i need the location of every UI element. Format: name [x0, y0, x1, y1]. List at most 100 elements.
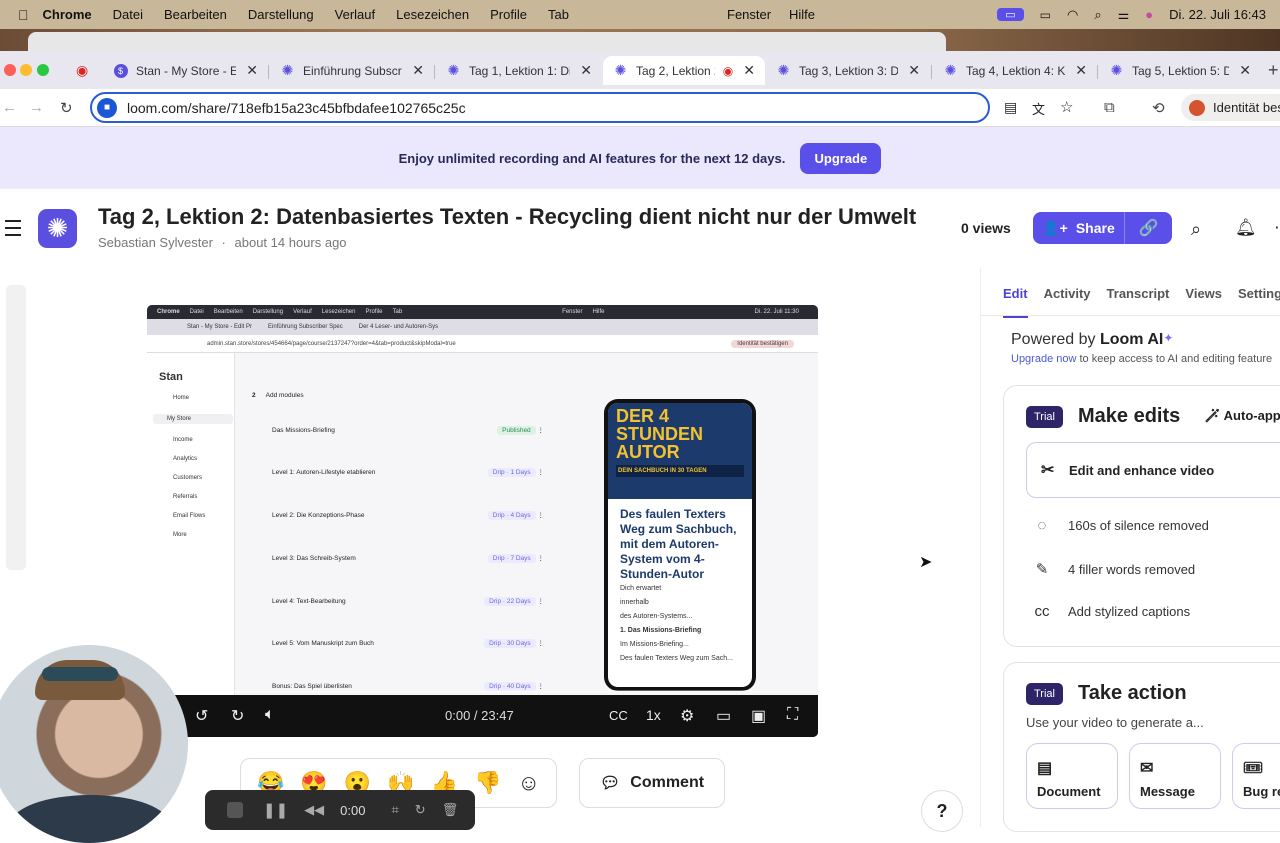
minimize-window-button[interactable]	[20, 64, 32, 76]
video-time: 0:00 / 23:47	[445, 708, 514, 723]
pause-icon[interactable]: ❚❚	[263, 801, 288, 819]
tab-tag2-active[interactable]: ✺ Tag 2, Lektion 2: ◉ ✕	[603, 56, 765, 85]
forward-icon[interactable]: →	[29, 99, 44, 116]
battery-icon[interactable]: ▭	[1040, 8, 1051, 22]
theater-mode-icon[interactable]: ▭	[716, 706, 731, 726]
document-icon: ▤	[1037, 760, 1053, 777]
message-icon: ✉	[1140, 760, 1154, 777]
control-center-icon[interactable]: ⚌	[1118, 7, 1130, 23]
tab-stan[interactable]: $ Stan - My Store - Ed ✕	[103, 56, 268, 85]
close-window-button[interactable]	[4, 64, 16, 76]
playback-speed[interactable]: 1x	[646, 707, 661, 723]
add-emoji-icon[interactable]: ☺︎	[517, 770, 539, 796]
close-tab-icon[interactable]: ✕	[580, 62, 592, 79]
captions-icon[interactable]: CC	[609, 708, 628, 723]
profile-sync-icon[interactable]: ⟲	[1152, 99, 1165, 117]
view-count[interactable]: 0 views	[961, 220, 1011, 236]
document-button[interactable]: ▤ Document	[1026, 743, 1118, 809]
apple-icon[interactable]: 	[18, 7, 29, 23]
tab-einfuehrung[interactable]: ✺ Einführung Subscrib ✕	[270, 56, 434, 85]
restart-icon[interactable]: ↻	[415, 802, 426, 818]
tab-tag4[interactable]: ✺ Tag 4, Lektion 4: Ko ✕	[933, 56, 1097, 85]
close-tab-icon[interactable]: ✕	[908, 62, 920, 79]
bookmark-star-icon[interactable]: ☆	[1060, 98, 1073, 116]
feature-captions[interactable]: cc Add stylized captions	[1032, 603, 1191, 620]
menu-item[interactable]: Verlauf	[335, 7, 375, 22]
reload-icon[interactable]: ↻	[60, 99, 73, 117]
reader-icon[interactable]: ▤	[1004, 99, 1017, 116]
settings-gear-icon[interactable]: ⚙	[680, 706, 694, 726]
identity-button[interactable]: Identität bes	[1181, 94, 1280, 121]
help-button[interactable]: ?	[921, 790, 963, 832]
message-button[interactable]: ✉ Message	[1129, 743, 1221, 809]
edit-enhance-button[interactable]: ✂ Edit and enhance video	[1026, 442, 1280, 498]
extensions-icon[interactable]: ⧉	[1104, 99, 1115, 116]
tab-tag3[interactable]: ✺ Tag 3, Lektion 3: Die ✕	[766, 56, 930, 85]
tab-views[interactable]: Views	[1185, 286, 1222, 318]
tab-transcript[interactable]: Transcript	[1107, 286, 1170, 318]
search-icon[interactable]: ⌕	[1191, 219, 1201, 240]
copy-link-button[interactable]: 🔗	[1125, 218, 1172, 238]
rewind-icon[interactable]: ↺	[195, 706, 208, 726]
feature-filler[interactable]: ✎ 4 filler words removed	[1032, 560, 1195, 578]
url-text[interactable]: loom.com/share/718efb15a23c45bfbdafee102…	[127, 100, 466, 116]
tab-activity[interactable]: Activity	[1044, 286, 1091, 318]
picture-in-picture-icon[interactable]: ▣	[751, 706, 766, 726]
wifi-icon[interactable]: ◠	[1067, 7, 1078, 23]
menu-app[interactable]: Chrome	[43, 7, 92, 22]
thumbs-down-reaction[interactable]: 👎	[474, 770, 501, 796]
feature-silence[interactable]: ◌ 160s of silence removed	[1032, 517, 1209, 534]
rewind-recording-icon[interactable]: ◀◀	[304, 802, 324, 818]
back-icon[interactable]: ←	[2, 99, 17, 116]
upgrade-button[interactable]: Upgrade	[800, 142, 882, 174]
share-button[interactable]: 👤+ Share	[1033, 212, 1125, 244]
stop-icon[interactable]	[227, 802, 243, 818]
zoom-window-button[interactable]	[37, 64, 49, 76]
bell-icon[interactable]: 🔔︎	[1235, 218, 1257, 238]
screen-record-icon[interactable]: ▭	[997, 8, 1024, 21]
trash-icon[interactable]: 🗑︎	[442, 802, 459, 818]
tab-tag1[interactable]: ✺ Tag 1, Lektion 1: Die ✕	[436, 56, 602, 85]
menu-item[interactable]: Profile	[490, 7, 527, 22]
video-title[interactable]: Tag 2, Lektion 2: Datenbasiertes Texten …	[98, 204, 916, 230]
menu-item[interactable]: Fenster	[727, 7, 771, 22]
address-bar[interactable]: ■ loom.com/share/718efb15a23c45bfbdafee1…	[90, 92, 1073, 123]
menu-item[interactable]: Bearbeiten	[164, 7, 227, 22]
close-tab-icon[interactable]: ✕	[412, 62, 424, 79]
menu-item[interactable]: Lesezeichen	[396, 7, 469, 22]
tab-tag5[interactable]: ✺ Tag 5, Lektion 5: Da ✕	[1099, 56, 1261, 85]
tab-settings[interactable]: Settings	[1238, 286, 1280, 318]
volume-icon[interactable]: 🔈︎	[265, 706, 275, 724]
background-window[interactable]	[28, 32, 946, 51]
forward-skip-icon[interactable]: ↻	[231, 706, 244, 726]
auto-apply-toggle[interactable]: 🪄︎ Auto-appl	[1204, 408, 1280, 424]
clock[interactable]: Di. 22. Juli 16:43	[1169, 7, 1266, 22]
tab-title: Tag 3, Lektion 3: Die	[799, 63, 899, 78]
upgrade-now-link[interactable]: Upgrade now	[1011, 353, 1076, 365]
close-tab-icon[interactable]: ✕	[743, 62, 755, 79]
draw-icon[interactable]: ⌗	[391, 802, 398, 818]
menu-item[interactable]: Darstellung	[248, 7, 314, 22]
search-icon[interactable]: ⌕	[1094, 7, 1101, 23]
bug-report-button[interactable]: 🎟︎Bug re	[1232, 743, 1280, 809]
close-tab-icon[interactable]: ✕	[246, 62, 258, 79]
tab-edit[interactable]: Edit	[1003, 286, 1028, 318]
fullscreen-icon[interactable]: ⛶	[787, 706, 798, 724]
close-tab-icon[interactable]: ✕	[1075, 62, 1087, 79]
loom-logo-icon[interactable]: ✺	[38, 209, 77, 248]
siri-icon[interactable]: ●	[1145, 7, 1153, 22]
comment-button[interactable]: 💬︎ Comment	[579, 758, 725, 808]
hamburger-menu-icon[interactable]	[5, 220, 21, 241]
video-controls: ↺ ↻ 🔈︎ 0:00 / 23:47 CC 1x ⚙ ▭ ▣ ⛶	[147, 695, 818, 737]
new-tab-icon[interactable]: +	[1268, 60, 1279, 81]
close-tab-icon[interactable]: ✕	[1239, 62, 1251, 79]
menu-item[interactable]: Tab	[548, 7, 569, 22]
more-options-icon[interactable]: ⋯	[1274, 218, 1280, 238]
translate-icon[interactable]: 文	[1032, 99, 1045, 118]
video-player[interactable]: Chrome Datei Bearbeiten Darstellung Verlauf L…	[147, 305, 818, 737]
menu-item[interactable]: Datei	[113, 7, 143, 22]
webcam-bubble[interactable]	[0, 645, 188, 843]
video-progress-bar[interactable]	[147, 690, 818, 693]
author-name[interactable]: Sebastian Sylvester	[98, 235, 213, 250]
menu-item[interactable]: Hilfe	[789, 7, 815, 22]
